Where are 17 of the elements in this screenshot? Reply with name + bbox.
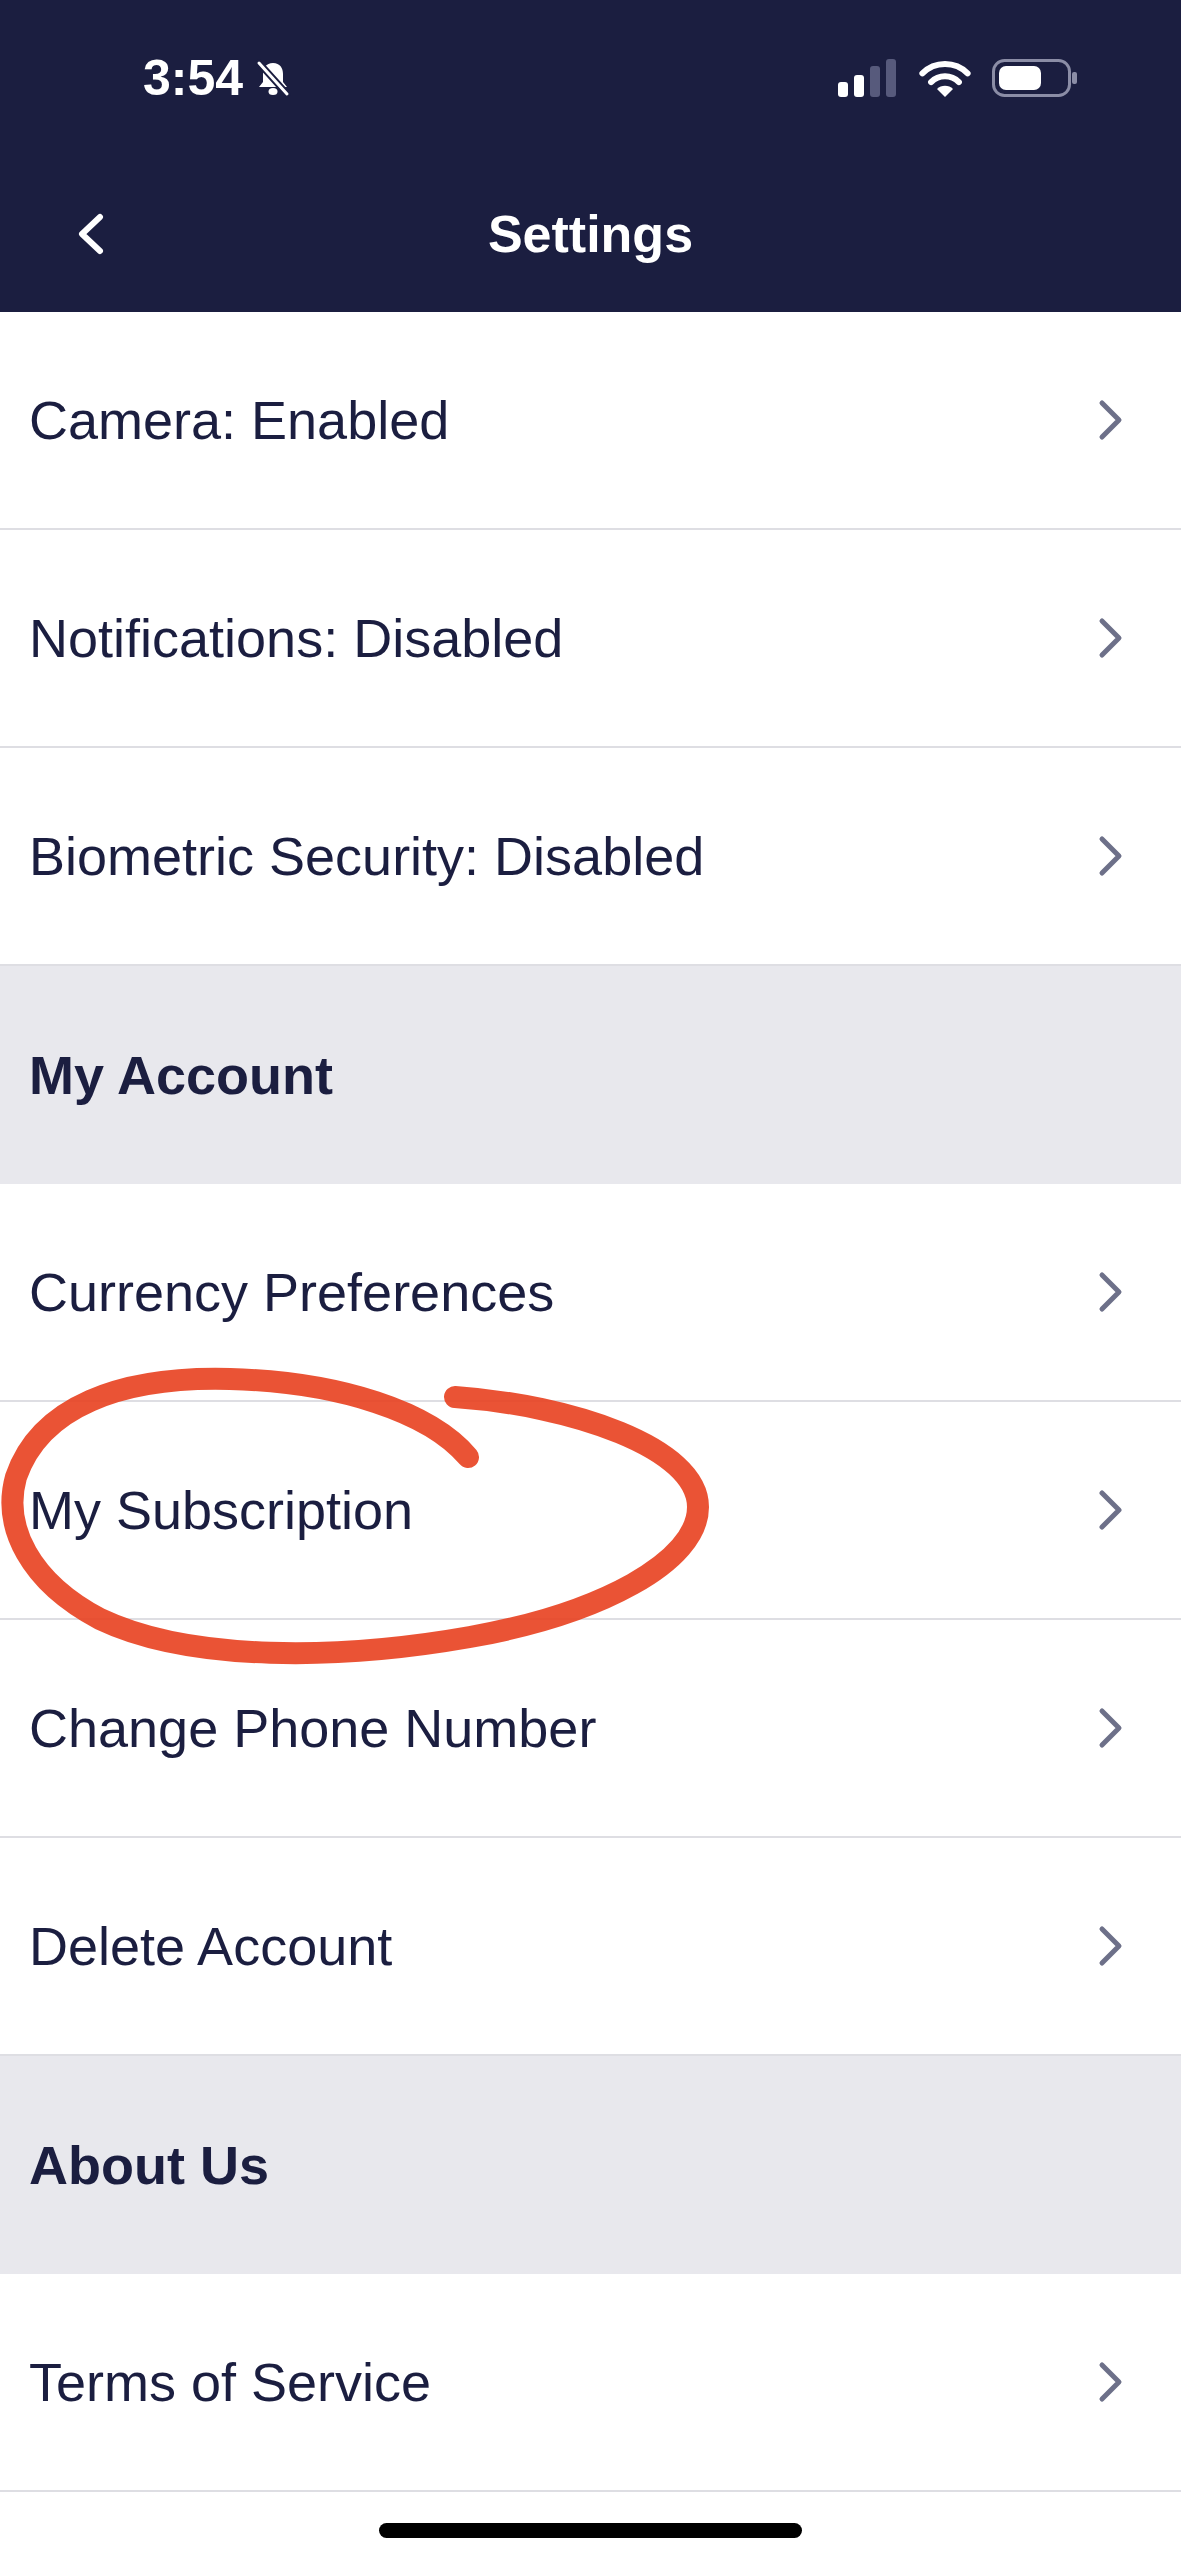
screen-title: Settings [487,203,694,265]
wifi-icon [918,58,972,98]
chevron-right-icon [1098,1707,1124,1749]
chevron-right-icon [1098,1925,1124,1967]
signal-icon [838,59,898,97]
chevron-right-icon [1098,835,1124,877]
chevron-right-icon [1098,1489,1124,1531]
status-time: 3:54 [143,53,244,103]
section-header: My Account [0,966,1181,1184]
battery-icon [992,59,1078,97]
back-button[interactable] [76,213,104,255]
chevron-right-icon [1098,1271,1124,1313]
chevron-right-icon [1098,2361,1124,2403]
chevron-left-icon [76,213,104,255]
section-header: About Us [0,2056,1181,2274]
chevron-right-icon [1098,399,1124,441]
chevron-right-icon [1098,617,1124,659]
